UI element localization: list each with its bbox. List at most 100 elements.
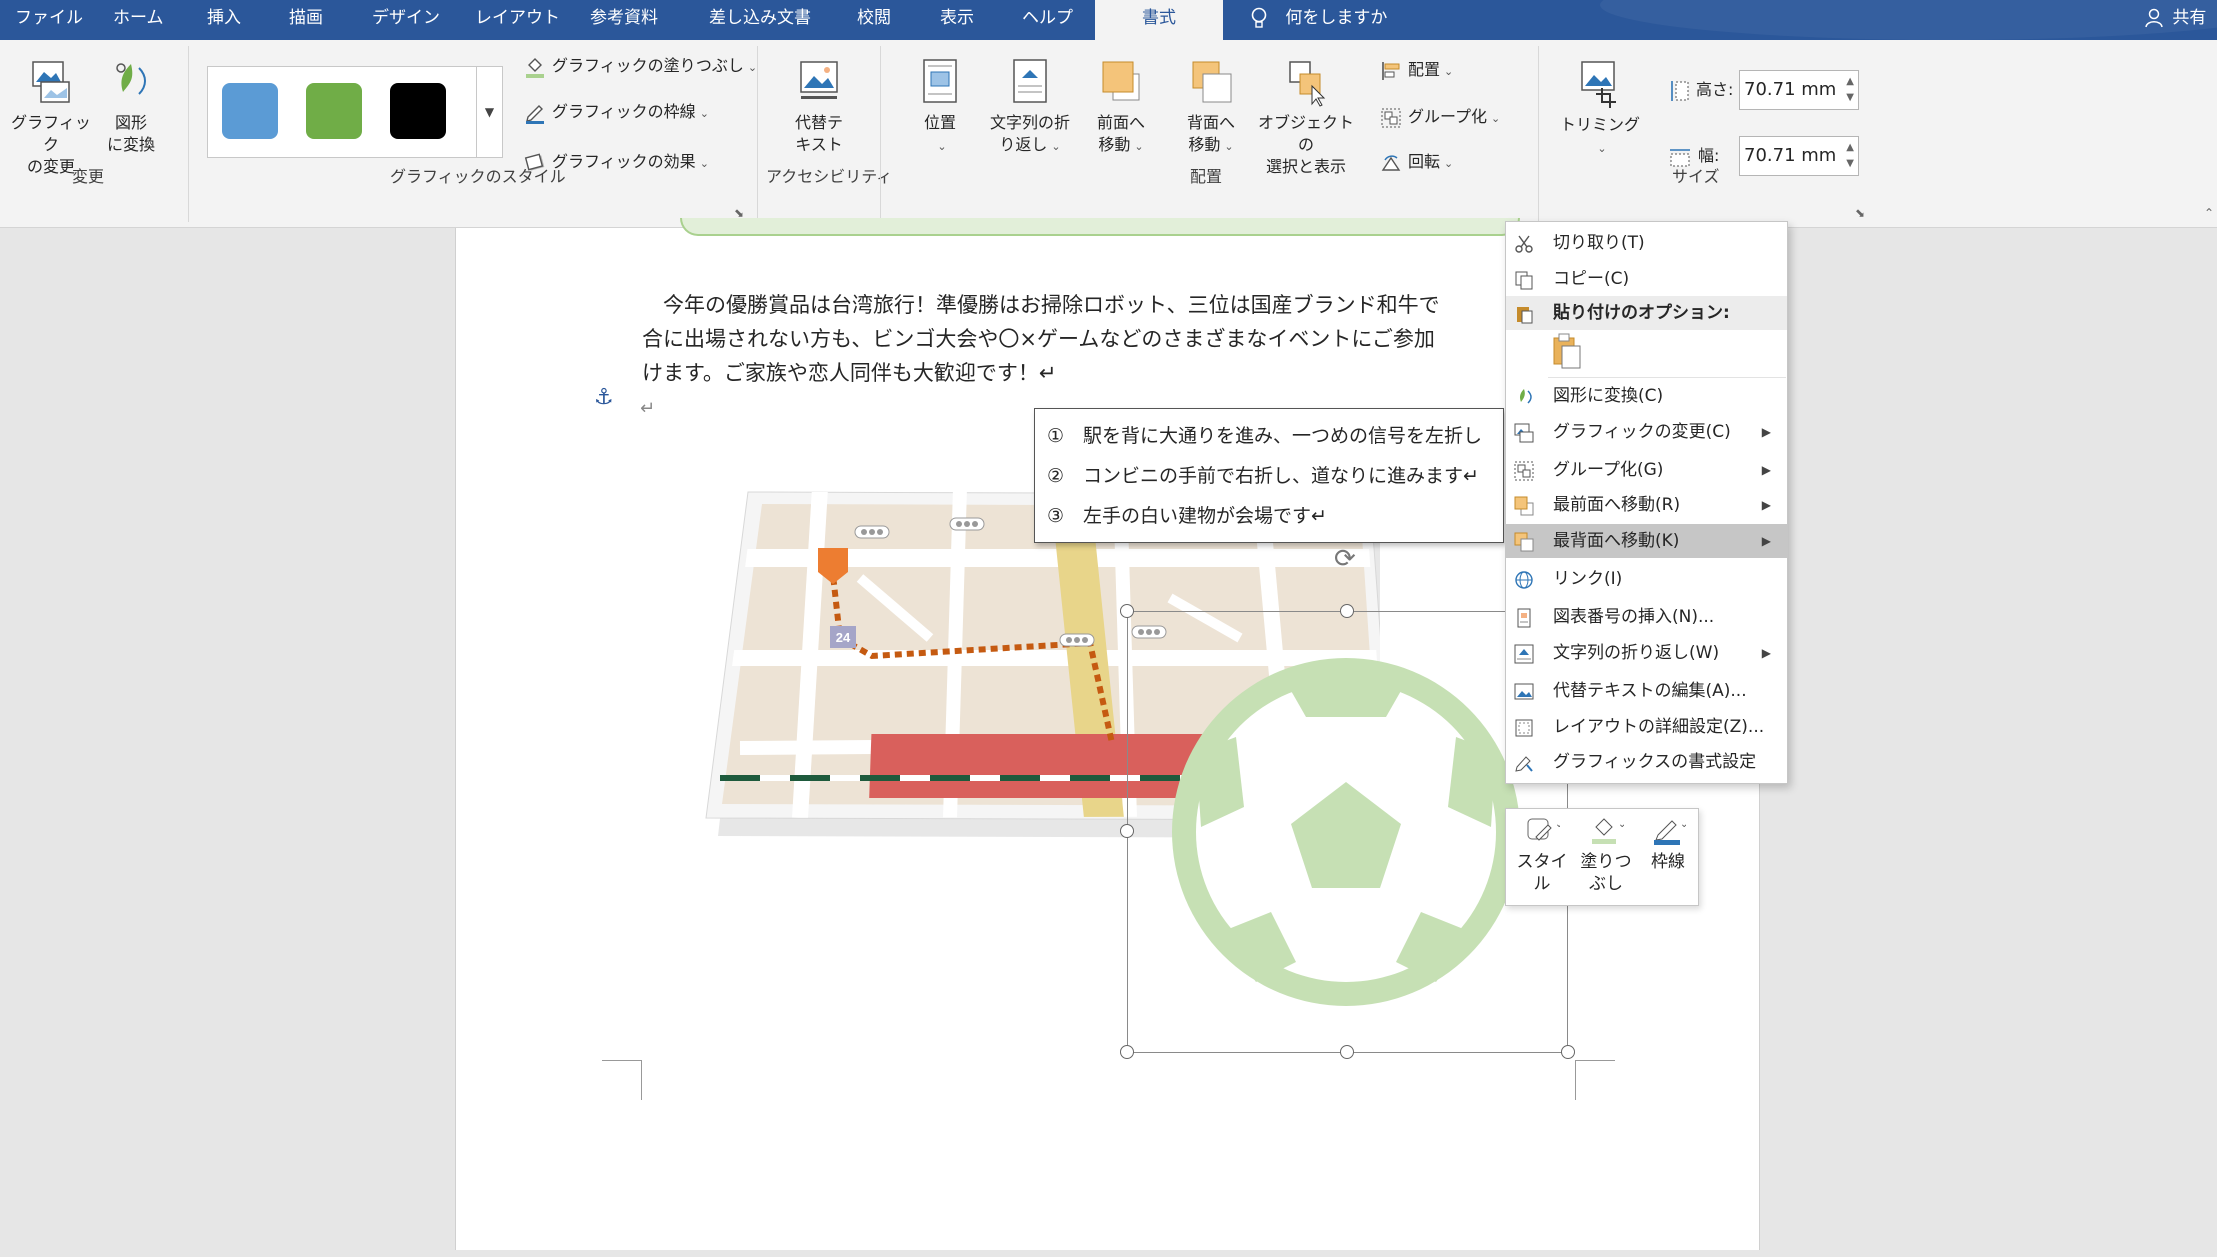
share-button[interactable]: 共有 xyxy=(2145,0,2206,40)
tab-layout[interactable]: レイアウト xyxy=(475,0,560,40)
tab-insert[interactable]: 挿入 xyxy=(207,0,241,40)
spin-down-icon[interactable]: ▼ xyxy=(1846,93,1854,103)
graphic-fill-label: グラフィックの塗りつぶし xyxy=(552,56,744,75)
style-swatch-blue[interactable] xyxy=(222,83,278,139)
crop-button[interactable]: トリミング ⌄ xyxy=(1560,58,1640,160)
paste-keep-format-button[interactable] xyxy=(1548,332,1588,372)
height-label: 高さ: xyxy=(1696,80,1734,99)
tab-draw[interactable]: 描画 xyxy=(289,0,323,40)
menu-item-edit-alt-text[interactable]: 代替テキストの編集(A)... xyxy=(1506,674,1787,708)
spin-up-icon[interactable]: ▲ xyxy=(1846,143,1854,153)
graphic-effects-label: グラフィックの効果 xyxy=(552,152,696,171)
menu-item-label: 文字列の折り返し(W) xyxy=(1553,643,1720,663)
share-label: 共有 xyxy=(2172,8,2207,28)
anchor-icon[interactable]: ⚓ xyxy=(594,385,614,410)
graphic-outline-label: グラフィックの枠線 xyxy=(552,102,696,121)
selection-pane-button[interactable]: オブジェクトの 選択と表示 xyxy=(1254,58,1358,178)
graphic-outline-button[interactable]: グラフィックの枠線 ⌄ xyxy=(524,98,709,126)
signal-icon xyxy=(1059,633,1095,647)
menu-item-label: 図表番号の挿入(N)... xyxy=(1553,607,1715,627)
person-icon xyxy=(2145,8,2163,28)
alt-text-button[interactable]: 代替テ キスト xyxy=(776,58,862,156)
resize-handle-bottom-left[interactable] xyxy=(1120,1045,1134,1059)
menu-item-bring-to-front[interactable]: 最前面へ移動(R) ▶ xyxy=(1506,488,1787,522)
gallery-more-button[interactable]: ▼ xyxy=(476,67,502,157)
menu-item-format-graphics[interactable]: グラフィックスの書式設定 xyxy=(1506,745,1787,779)
collapse-ribbon-icon[interactable]: ⌃ xyxy=(2204,206,2214,220)
resize-handle-top-left[interactable] xyxy=(1120,604,1134,618)
tab-review[interactable]: 校閲 xyxy=(857,0,891,40)
menu-item-convert-to-shape[interactable]: 図形に変換(C) xyxy=(1506,379,1787,413)
page-corner-mark xyxy=(1575,1060,1615,1061)
body-paragraph-line[interactable]: けます。ご家族や恋人同伴も大歓迎です！↵ xyxy=(642,356,1522,390)
menu-item-copy[interactable]: コピー(C) xyxy=(1506,262,1787,296)
tab-format[interactable]: 書式 xyxy=(1095,0,1223,40)
graphic-fill-button[interactable]: グラフィックの塗りつぶし ⌄ xyxy=(524,52,757,80)
menu-item-cut[interactable]: 切り取り(T) xyxy=(1506,226,1787,260)
style-brush-icon: ⌄ xyxy=(1527,818,1563,841)
graphic-styles-gallery[interactable]: ▼ xyxy=(207,66,503,158)
align-button[interactable]: 配置 ⌄ xyxy=(1380,56,1453,84)
page-corner-mark xyxy=(641,1060,642,1100)
svg-text:⌄: ⌄ xyxy=(1618,819,1624,830)
menu-item-label: コピー(C) xyxy=(1553,269,1630,289)
resize-handle-bottom[interactable] xyxy=(1340,1045,1354,1059)
tab-help[interactable]: ヘルプ xyxy=(1022,0,1073,40)
wrap-text-button[interactable]: 文字列の折 り返し ⌄ xyxy=(978,58,1082,158)
alt-text-label: 代替テ キスト xyxy=(794,113,843,154)
tab-view[interactable]: 表示 xyxy=(940,0,974,40)
dialog-launcher-icon[interactable]: ⬊ xyxy=(1855,206,1865,220)
tab-design[interactable]: デザイン xyxy=(372,0,440,40)
position-button[interactable]: 位置 ⌄ xyxy=(902,58,978,158)
body-paragraph-line[interactable]: 合に出場されない方も、ビンゴ大会や〇×ゲームなどのさまざまなイベントにご参加 xyxy=(642,322,1522,356)
green-banner-shape xyxy=(680,218,1520,236)
menu-item-insert-caption[interactable]: 図表番号の挿入(N)... xyxy=(1506,600,1787,634)
position-icon xyxy=(923,59,957,103)
directions-text-box[interactable]: ① 駅を背に大通りを進み、一つめの信号を左折し ② コンビニの手前で右折し、道な… xyxy=(1034,408,1504,543)
resize-handle-bottom-right[interactable] xyxy=(1561,1045,1575,1059)
menu-item-change-graphic[interactable]: グラフィックの変更(C) ▶ xyxy=(1506,415,1787,449)
menu-item-wrap-text[interactable]: 文字列の折り返し(W) ▶ xyxy=(1506,636,1787,670)
width-value: 70.71 mm xyxy=(1744,145,1837,166)
style-swatch-black[interactable] xyxy=(390,83,446,139)
bring-forward-button[interactable]: 前面へ 移動 ⌄ xyxy=(1086,58,1156,158)
group-label-size: サイズ xyxy=(1672,167,1720,186)
page-corner-mark xyxy=(1575,1060,1576,1100)
send-backward-button[interactable]: 背面へ 移動 ⌄ xyxy=(1176,58,1246,158)
rotate-handle-icon[interactable]: ⟳ xyxy=(1334,546,1360,572)
resize-handle-top[interactable] xyxy=(1340,604,1354,618)
selection-pane-label: オブジェクトの 選択と表示 xyxy=(1257,113,1354,176)
submenu-arrow-icon: ▶ xyxy=(1761,534,1771,548)
rotate-button[interactable]: 回転 ⌄ xyxy=(1380,148,1453,176)
mini-fill-button[interactable]: ⌄ 塗りつ ぶし xyxy=(1578,815,1634,895)
tab-file[interactable]: ファイル xyxy=(15,0,83,40)
tell-me-box[interactable]: 何をしますか xyxy=(1250,0,1387,40)
resize-handle-left[interactable] xyxy=(1120,824,1134,838)
svg-text:⌄: ⌄ xyxy=(1680,819,1686,830)
tab-mailings[interactable]: 差し込み文書 xyxy=(709,0,811,40)
menu-item-layout-options[interactable]: レイアウトの詳細設定(Z)... xyxy=(1506,710,1787,744)
group-objects-button[interactable]: グループ化 ⌄ xyxy=(1380,103,1500,131)
mini-style-button[interactable]: ⌄ スタイル xyxy=(1512,815,1572,895)
tab-home[interactable]: ホーム xyxy=(113,0,164,40)
group-label-change: 変更 xyxy=(72,167,105,186)
spin-up-icon[interactable]: ▲ xyxy=(1846,77,1854,87)
height-input[interactable]: 70.71 mm ▲ ▼ xyxy=(1739,70,1859,110)
menu-item-label: グループ化(G) xyxy=(1553,460,1664,480)
menu-item-link[interactable]: リンク(I) xyxy=(1506,562,1787,596)
spin-down-icon[interactable]: ▼ xyxy=(1846,159,1854,169)
submenu-arrow-icon: ▶ xyxy=(1761,463,1771,477)
link-icon xyxy=(1515,571,1533,589)
convert-to-shape-button[interactable]: 図形 に変換 xyxy=(100,58,162,156)
width-input[interactable]: 70.71 mm ▲ ▼ xyxy=(1739,136,1859,176)
style-swatch-green[interactable] xyxy=(306,83,362,139)
change-graphic-button[interactable]: グラフィック の変更 xyxy=(8,58,94,178)
height-field-label: 高さ: xyxy=(1668,76,1733,104)
menu-item-label: 図形に変換(C) xyxy=(1553,386,1664,406)
body-paragraph-line[interactable]: 今年の優勝賞品は台湾旅行！準優勝はお掃除ロボット、三位は国産ブランド和牛で xyxy=(642,288,1522,322)
menu-item-send-to-back[interactable]: 最背面へ移動(K) ▶ xyxy=(1506,524,1787,558)
map-sign-label: 24 xyxy=(836,630,851,645)
tab-references[interactable]: 参考資料 xyxy=(590,0,658,40)
mini-outline-button[interactable]: ⌄ 枠線 xyxy=(1640,815,1696,873)
menu-item-group[interactable]: グループ化(G) ▶ xyxy=(1506,453,1787,487)
